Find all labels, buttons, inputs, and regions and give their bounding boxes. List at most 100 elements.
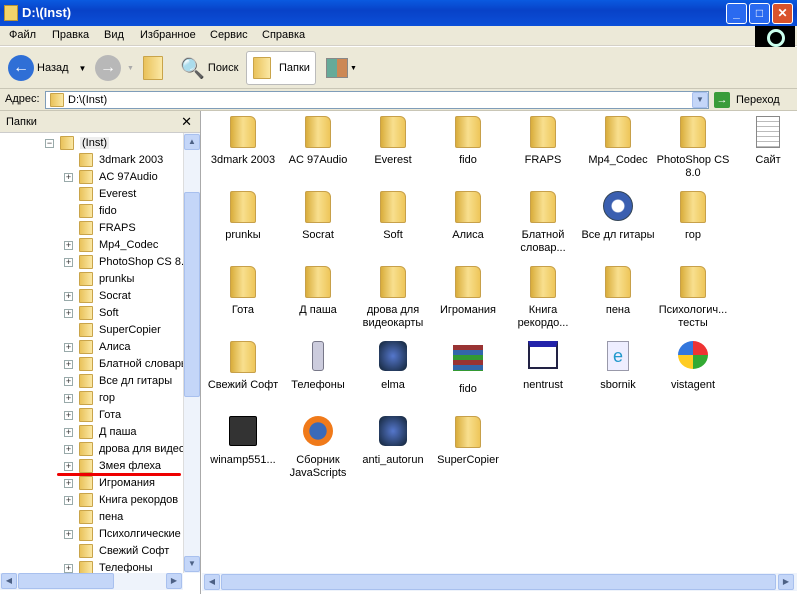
- file-item[interactable]: Сборник JavaScripts: [281, 416, 355, 480]
- file-item[interactable]: Блатной словар...: [506, 191, 580, 255]
- tree-item[interactable]: + Книга рекордов: [0, 492, 183, 509]
- file-item[interactable]: Сайт: [731, 116, 797, 167]
- tree-item[interactable]: + Mp4_Codec: [0, 237, 183, 254]
- forward-button[interactable]: → ▼: [95, 51, 134, 85]
- expand-toggle[interactable]: +: [64, 258, 73, 267]
- file-item[interactable]: Игромания: [431, 266, 505, 317]
- file-item[interactable]: prunkы: [206, 191, 280, 242]
- tree-item[interactable]: Everest: [0, 186, 183, 203]
- file-item[interactable]: Книга рекордо...: [506, 266, 580, 330]
- tree-item[interactable]: + Гота: [0, 407, 183, 424]
- file-item[interactable]: Everest: [356, 116, 430, 167]
- file-item[interactable]: winamp551...: [206, 416, 280, 467]
- scroll-thumb[interactable]: [184, 192, 200, 397]
- file-item[interactable]: FRAPS: [506, 116, 580, 167]
- maximize-button[interactable]: □: [749, 3, 770, 24]
- file-item[interactable]: гор: [656, 191, 730, 242]
- file-item[interactable]: nentrust: [506, 341, 580, 392]
- expand-toggle[interactable]: +: [64, 343, 73, 352]
- chevron-down-icon[interactable]: ▼: [79, 64, 87, 73]
- menu-edit[interactable]: Правка: [52, 29, 89, 41]
- tree-item[interactable]: + Socrat: [0, 288, 183, 305]
- file-item[interactable]: Soft: [356, 191, 430, 242]
- expand-toggle[interactable]: +: [64, 496, 73, 505]
- close-button[interactable]: ✕: [772, 3, 793, 24]
- expand-toggle[interactable]: +: [64, 462, 73, 471]
- tree-item[interactable]: + PhotoShop CS 8.0: [0, 254, 183, 271]
- menu-file[interactable]: Файл: [9, 29, 36, 41]
- folders-button[interactable]: Папки: [246, 51, 316, 85]
- file-item[interactable]: Mp4_Codec: [581, 116, 655, 167]
- expand-toggle[interactable]: +: [64, 377, 73, 386]
- back-button[interactable]: ← Назад ▼: [8, 51, 86, 85]
- file-item[interactable]: elma: [356, 341, 430, 392]
- scroll-left-button[interactable]: ◀: [1, 573, 17, 589]
- file-item[interactable]: Психологич... тесты: [656, 266, 730, 330]
- tree-item[interactable]: FRAPS: [0, 220, 183, 237]
- tree-item[interactable]: + Блатной словарь: [0, 356, 183, 373]
- tree-item[interactable]: + Психолгические тесты: [0, 526, 183, 543]
- tree-item[interactable]: + Игромания: [0, 475, 183, 492]
- go-button[interactable]: → Переход: [714, 92, 780, 108]
- scroll-up-button[interactable]: ▲: [184, 134, 200, 150]
- scroll-thumb[interactable]: [18, 573, 114, 589]
- menu-favorites[interactable]: Избранное: [140, 29, 196, 41]
- file-item[interactable]: Socrat: [281, 191, 355, 242]
- scroll-thumb[interactable]: [221, 574, 776, 590]
- file-item[interactable]: vistagent: [656, 341, 730, 392]
- expand-toggle[interactable]: +: [64, 309, 73, 318]
- file-item[interactable]: Телефоны: [281, 341, 355, 392]
- scroll-down-button[interactable]: ▼: [184, 556, 200, 572]
- file-item[interactable]: Свежий Софт: [206, 341, 280, 392]
- expand-toggle[interactable]: +: [64, 173, 73, 182]
- files-horizontal-scrollbar[interactable]: ◀ ▶: [202, 573, 797, 591]
- tree-item[interactable]: SuperCopier: [0, 322, 183, 339]
- file-item[interactable]: Алиса: [431, 191, 505, 242]
- file-item[interactable]: fido: [431, 341, 505, 396]
- tree-item[interactable]: + Алиса: [0, 339, 183, 356]
- file-item[interactable]: PhotoShop CS 8.0: [656, 116, 730, 180]
- tree-item[interactable]: + гор: [0, 390, 183, 407]
- scroll-right-button[interactable]: ▶: [778, 574, 794, 590]
- file-item[interactable]: fido: [431, 116, 505, 167]
- expand-toggle[interactable]: +: [64, 360, 73, 369]
- tree-item[interactable]: + AC 97Audio: [0, 169, 183, 186]
- up-folder-button[interactable]: [143, 51, 163, 85]
- tree-item[interactable]: пена: [0, 509, 183, 526]
- tree-item[interactable]: + дрова для видеокарты: [0, 441, 183, 458]
- expand-toggle[interactable]: +: [64, 564, 73, 573]
- expand-toggle[interactable]: +: [64, 479, 73, 488]
- file-item[interactable]: Гота: [206, 266, 280, 317]
- menu-view[interactable]: Вид: [104, 29, 124, 41]
- tree-item[interactable]: fido: [0, 203, 183, 220]
- scroll-right-button[interactable]: ▶: [166, 573, 182, 589]
- tree-item[interactable]: + Д паша: [0, 424, 183, 441]
- close-pane-button[interactable]: ✕: [181, 114, 192, 130]
- address-input[interactable]: D:\(Inst) ▼: [45, 91, 709, 109]
- expand-toggle[interactable]: +: [64, 530, 73, 539]
- address-dropdown[interactable]: ▼: [692, 92, 708, 108]
- file-item[interactable]: дрова для видеокарты: [356, 266, 430, 330]
- tree-item[interactable]: + Soft: [0, 305, 183, 322]
- file-item[interactable]: AC 97Audio: [281, 116, 355, 167]
- tree-item[interactable]: + Все дл гитары: [0, 373, 183, 390]
- search-button[interactable]: 🔍 Поиск: [180, 51, 238, 85]
- expand-toggle[interactable]: +: [64, 292, 73, 301]
- tree-item[interactable]: 3dmark 2003: [0, 152, 183, 169]
- expand-toggle[interactable]: +: [64, 411, 73, 420]
- tree-horizontal-scrollbar[interactable]: ◀ ▶: [0, 573, 183, 590]
- tree-item[interactable]: − (Inst): [0, 135, 183, 152]
- expand-toggle[interactable]: +: [64, 445, 73, 454]
- expand-toggle[interactable]: +: [64, 394, 73, 403]
- file-item[interactable]: e sbornik: [581, 341, 655, 392]
- views-button[interactable]: ▼: [326, 51, 357, 85]
- file-item[interactable]: Все дл гитары: [581, 191, 655, 242]
- file-item[interactable]: пена: [581, 266, 655, 317]
- file-item[interactable]: anti_autorun: [356, 416, 430, 467]
- file-item[interactable]: SuperCopier: [431, 416, 505, 467]
- scroll-left-button[interactable]: ◀: [204, 574, 220, 590]
- tree-item[interactable]: Свежий Софт: [0, 543, 183, 560]
- menu-help[interactable]: Справка: [262, 29, 305, 41]
- tree-vertical-scrollbar[interactable]: ▲ ▼: [183, 133, 200, 573]
- file-item[interactable]: 3dmark 2003: [206, 116, 280, 167]
